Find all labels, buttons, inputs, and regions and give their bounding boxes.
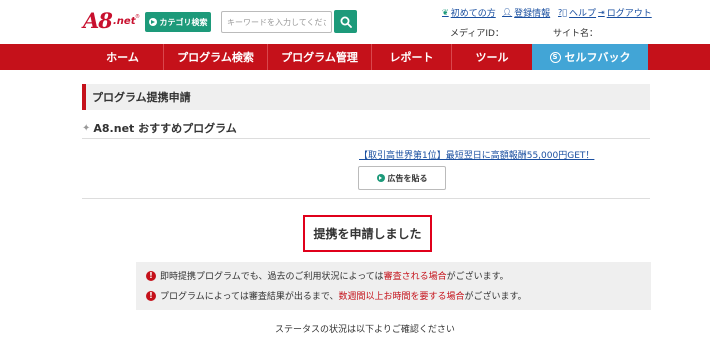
notice-text: がございます。 bbox=[464, 292, 527, 302]
notice-line: ! プログラムによっては審査結果が出るまで、数週間以上お時間を要する場合がござい… bbox=[146, 289, 527, 302]
arrow-circle-icon bbox=[376, 174, 385, 182]
notice-emphasis: 数週間以上お時間を要する場合 bbox=[338, 292, 465, 302]
notice-text: がございます。 bbox=[446, 272, 509, 282]
search-button[interactable] bbox=[334, 10, 357, 33]
notice-emphasis: 審査される場合 bbox=[383, 272, 447, 282]
beginners-link[interactable]: ❦ 初めての方 bbox=[442, 6, 496, 19]
nav-program-search[interactable]: プログラム検索 bbox=[164, 44, 268, 70]
nav-home[interactable]: ホーム bbox=[82, 44, 164, 70]
help-link[interactable]: ?⃝ ヘルプ bbox=[558, 6, 597, 19]
nav-program-management[interactable]: プログラム管理 bbox=[268, 44, 372, 70]
a8net-logo[interactable]: A8 .net ® bbox=[83, 8, 140, 36]
paste-ad-button[interactable]: 広告を貼る bbox=[358, 166, 446, 190]
self-back-label: セルフバック bbox=[564, 51, 631, 64]
media-id-label: メディアID： bbox=[450, 29, 504, 39]
arrow-circle-icon bbox=[148, 18, 157, 26]
sparkle-icon: ✦ bbox=[82, 122, 91, 134]
status-instruction: ステータスの状況は以下よりご確認ください bbox=[275, 325, 455, 335]
registration-info-label: 登録情報 bbox=[514, 8, 551, 19]
logout-link[interactable]: ⇥ ログアウト bbox=[598, 6, 652, 19]
help-icon: ?⃝ bbox=[558, 7, 568, 17]
paste-ad-label: 広告を貼る bbox=[387, 173, 428, 183]
recommend-section-title: ✦ A8.net おすすめプログラム bbox=[82, 120, 237, 136]
alert-icon: ! bbox=[146, 290, 156, 301]
alert-icon: ! bbox=[146, 270, 156, 281]
notice-box: ! 即時提携プログラムでも、過去のご利用状況によっては審査される場合がございます… bbox=[136, 262, 651, 310]
site-name-label: サイト名： bbox=[553, 29, 599, 39]
beginner-mark-icon: ❦ bbox=[442, 7, 449, 17]
notice-text: プログラムによっては審査結果が出るまで、 bbox=[160, 292, 339, 302]
divider bbox=[82, 198, 650, 199]
nav-self-back[interactable]: S セルフバック bbox=[532, 44, 648, 70]
recommended-ad-link[interactable]: 【取引高世界第1位】最短翌日に高額報酬55,000円GET！ bbox=[359, 148, 594, 161]
registration-info-link[interactable]: 👤︎ 登録情報 bbox=[502, 6, 551, 19]
main-nav: ホーム プログラム検索 プログラム管理 レポート ツール S セルフバック bbox=[0, 44, 710, 70]
page-title: プログラム提携申請 bbox=[82, 84, 650, 110]
logo-a8-text: A8 bbox=[83, 8, 113, 33]
beginners-link-label: 初めての方 bbox=[450, 8, 496, 19]
keyword-search-input[interactable] bbox=[221, 11, 332, 33]
self-back-icon: S bbox=[549, 51, 561, 63]
logo-registered-mark: ® bbox=[135, 14, 140, 20]
site-header: A8 .net ® カテゴリ検索 ❦ 初めての方 👤︎ 登録情報 ?⃝ ヘルプ … bbox=[0, 0, 710, 44]
logo-net-text: .net bbox=[113, 16, 136, 27]
notice-text: 即時提携プログラムでも、過去のご利用状況によっては bbox=[160, 272, 384, 282]
person-icon: 👤︎ bbox=[502, 7, 513, 17]
search-icon bbox=[340, 16, 352, 28]
nav-tools[interactable]: ツール bbox=[452, 44, 532, 70]
nav-report[interactable]: レポート bbox=[372, 44, 452, 70]
category-search-button[interactable]: カテゴリ検索 bbox=[145, 12, 211, 32]
help-label: ヘルプ bbox=[569, 8, 597, 19]
category-search-label: カテゴリ検索 bbox=[159, 17, 208, 27]
logout-label: ログアウト bbox=[606, 8, 652, 19]
completion-message: 提携を申請しました bbox=[303, 215, 432, 252]
divider bbox=[82, 138, 650, 139]
notice-line: ! 即時提携プログラムでも、過去のご利用状況によっては審査される場合がございます… bbox=[146, 269, 509, 282]
logout-icon: ⇥ bbox=[598, 7, 605, 17]
recommend-title-text: A8.net おすすめプログラム bbox=[93, 122, 237, 135]
